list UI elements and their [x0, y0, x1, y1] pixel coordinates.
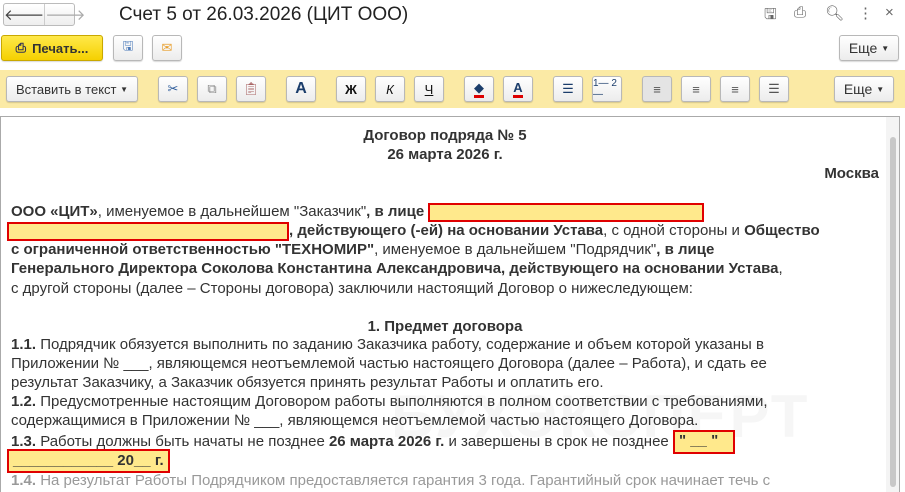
dropdown-arrow-icon: ▼	[881, 43, 890, 53]
text: , именуемое в дальнейшем "Подрядчик"	[374, 241, 657, 258]
text: , именуемое в дальнейшем "Заказчик"	[97, 203, 367, 220]
text-color-button[interactable]: A	[503, 76, 533, 102]
back-button[interactable]: 🡐	[4, 4, 44, 25]
cut-button[interactable]: ✂	[158, 76, 188, 102]
text: , действующего (-ей) на основании Устава	[289, 222, 604, 239]
floppy-icon: 🖫	[122, 38, 134, 53]
close-button[interactable]: ×	[885, 4, 894, 21]
customer-representative-field-cont[interactable]	[7, 221, 289, 241]
scissors-icon: ✂	[167, 81, 179, 96]
align-right-icon: ≡	[731, 81, 739, 97]
clause-number: 1.1.	[11, 336, 37, 353]
scrollbar-thumb[interactable]	[890, 137, 896, 487]
preview-icon[interactable]: 🔍︎	[825, 4, 844, 22]
editor-toolbar: Вставить в текст ▼ ✂ ⧉ 📋︎ A Ж К Ч ◆ A ☰ …	[0, 70, 905, 108]
text: ____________	[13, 452, 114, 469]
more-label: Еще	[843, 81, 873, 97]
text: и завершены в срок не позднее	[444, 432, 673, 450]
text: , в лице	[366, 203, 425, 220]
text: Работы должны быть начаты не позднее	[36, 432, 329, 450]
text: Общество	[744, 222, 820, 239]
save-button[interactable]: 🖫	[113, 35, 143, 61]
vertical-scrollbar[interactable]	[886, 117, 899, 492]
clause-number: 1.2.	[11, 393, 37, 410]
underline-button[interactable]: Ч	[414, 76, 444, 102]
copy-icon: ⧉	[207, 81, 217, 96]
align-left-button[interactable]: ≡	[642, 76, 672, 102]
customer-representative-field[interactable]	[428, 202, 705, 222]
dropdown-arrow-icon: ▼	[876, 84, 885, 94]
document-title: Договор подряда № 5	[363, 127, 527, 144]
customer-name: ООО «ЦИТ»	[11, 203, 98, 220]
envelope-icon: ✉	[161, 40, 173, 55]
forward-button[interactable]: 🡒	[44, 4, 85, 25]
background-color-button[interactable]: ◆	[464, 76, 494, 102]
print-label: Печать...	[32, 40, 89, 56]
text: , в лице	[656, 241, 715, 258]
end-day-field[interactable]: " __ "	[672, 430, 735, 454]
more-label: Еще	[848, 40, 878, 56]
align-right-button[interactable]: ≡	[720, 76, 750, 102]
print-button[interactable]: ⎙ Печать...	[1, 35, 103, 61]
document-city: Москва	[824, 165, 879, 182]
align-center-button[interactable]: ≡	[681, 76, 711, 102]
text: с другой стороны (далее – Стороны догово…	[11, 280, 693, 297]
bullet-list-button[interactable]: ☰	[553, 76, 583, 102]
more-button[interactable]: Еще ▼	[839, 35, 899, 61]
justify-icon: ☰	[768, 81, 780, 96]
text: Подрядчик обязуется выполнить по заданию…	[36, 336, 764, 353]
document-editor[interactable]: БУХЭКСПЕРТ Договор подряда № 5 26 марта …	[0, 116, 900, 492]
printer-icon: ⎙	[15, 40, 27, 55]
history-nav: 🡐 🡒	[3, 3, 85, 26]
more-vertical-icon[interactable]: ⋮	[858, 4, 873, 22]
clipboard-icon: 📋︎	[242, 81, 260, 96]
text: Предусмотренные настоящим Договором рабо…	[36, 393, 768, 410]
window-title: Счет 5 от 26.03.2026 (ЦИТ ООО)	[119, 4, 409, 25]
end-date-field[interactable]: ____________ 20__ г.	[7, 449, 170, 473]
paint-bucket-icon: ◆	[474, 80, 484, 98]
numbered-list-icon: 1— 2—	[593, 78, 617, 100]
clause-number: 1.3.	[11, 432, 37, 450]
insert-text-dropdown[interactable]: Вставить в текст ▼	[6, 76, 138, 102]
text: результат Заказчику, а Заказчик обязуетс…	[11, 374, 604, 391]
text: Генерального Директора Соколова Констант…	[11, 260, 779, 277]
email-button[interactable]: ✉	[152, 35, 182, 61]
insert-label: Вставить в текст	[15, 81, 117, 97]
editor-more-button[interactable]: Еще ▼	[834, 76, 894, 102]
contractor-name: с ограниченной ответственностью "ТЕХНОМИ…	[11, 241, 375, 258]
paste-button[interactable]: 📋︎	[236, 76, 266, 102]
text: содержащимися в Приложении № ___, являющ…	[11, 412, 699, 429]
text: 20__ г.	[113, 452, 164, 469]
text: На результат Работы Подрядчиком предоста…	[36, 472, 771, 489]
bold-button[interactable]: Ж	[336, 76, 366, 102]
document-date: 26 марта 2026 г.	[387, 146, 503, 163]
font-button[interactable]: A	[286, 76, 316, 102]
text: , с одной стороны и	[603, 222, 745, 239]
print-icon[interactable]: ⎙	[794, 4, 806, 21]
section-heading: 1. Предмет договора	[367, 318, 523, 335]
text: 26 марта 2026 г.	[328, 432, 445, 450]
bullet-list-icon: ☰	[562, 81, 574, 96]
text: Приложении № ___, являющемся неотъемлемо…	[11, 355, 767, 372]
justify-button[interactable]: ☰	[759, 76, 789, 102]
align-left-icon: ≡	[653, 81, 661, 97]
copy-button[interactable]: ⧉	[197, 76, 227, 102]
clause-number: 1.4.	[11, 472, 37, 489]
text: ,	[778, 260, 783, 277]
align-center-icon: ≡	[692, 81, 700, 97]
text-color-icon: A	[513, 80, 523, 98]
save-icon[interactable]: 🖫	[764, 4, 777, 29]
italic-button[interactable]: К	[375, 76, 405, 102]
dropdown-arrow-icon: ▼	[120, 84, 129, 94]
numbered-list-button[interactable]: 1— 2—	[592, 76, 622, 102]
